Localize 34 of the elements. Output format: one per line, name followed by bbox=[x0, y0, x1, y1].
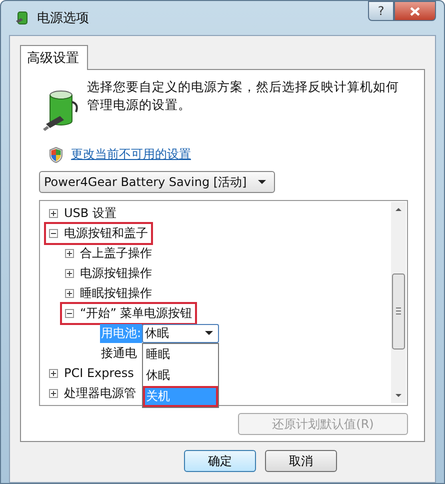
tree-item[interactable]: 电源按钮和盖子 bbox=[64, 224, 148, 242]
tree-item[interactable]: “开始” 菜单电源按钮 bbox=[80, 304, 192, 322]
dropdown-option[interactable]: 睡眠 bbox=[143, 344, 218, 364]
setting-label[interactable]: 接通电 bbox=[100, 344, 138, 362]
description-text: 选择您要自定义的电源方案，然后选择反映计算机如何管理电源的设置。 bbox=[87, 78, 400, 114]
tree-item[interactable]: PCI Express bbox=[64, 366, 134, 380]
caret-icon bbox=[258, 180, 266, 184]
expander-icon[interactable] bbox=[49, 228, 58, 238]
expander-icon[interactable] bbox=[49, 208, 58, 218]
expander-icon[interactable] bbox=[65, 288, 74, 298]
expander-icon[interactable] bbox=[65, 268, 74, 278]
tree-item[interactable]: 处理器电源管 bbox=[64, 384, 136, 402]
window-title: 电源选项 bbox=[37, 10, 89, 27]
tree-item[interactable]: USB 设置 bbox=[64, 204, 116, 222]
help-button[interactable]: ? bbox=[368, 1, 394, 21]
caret-icon bbox=[205, 331, 214, 335]
expander-icon[interactable] bbox=[49, 388, 58, 398]
dialog-button[interactable]: 取消 bbox=[265, 450, 337, 472]
expander-icon[interactable] bbox=[65, 308, 74, 318]
tree-item[interactable]: 合上盖子操作 bbox=[80, 244, 152, 262]
expander-icon[interactable] bbox=[49, 368, 58, 378]
shield-icon bbox=[49, 146, 63, 162]
tree-item[interactable]: 睡眠按钮操作 bbox=[80, 284, 152, 302]
close-icon bbox=[410, 6, 420, 16]
value-dropdown[interactable]: 休眠 bbox=[142, 324, 220, 342]
battery-plug-icon bbox=[43, 88, 79, 132]
plan-dropdown[interactable]: Power4Gear Battery Saving [活动] bbox=[39, 171, 275, 193]
close-button[interactable] bbox=[394, 1, 436, 21]
settings-link[interactable]: 更改当前不可用的设置 bbox=[71, 146, 191, 163]
expander-icon[interactable] bbox=[65, 248, 74, 258]
tab[interactable]: 高级设置 bbox=[20, 45, 88, 70]
dropdown-option[interactable]: 休眠 bbox=[143, 364, 218, 386]
dialog-button[interactable]: 确定 bbox=[184, 450, 256, 472]
tree-item[interactable]: 电源按钮操作 bbox=[80, 264, 152, 282]
